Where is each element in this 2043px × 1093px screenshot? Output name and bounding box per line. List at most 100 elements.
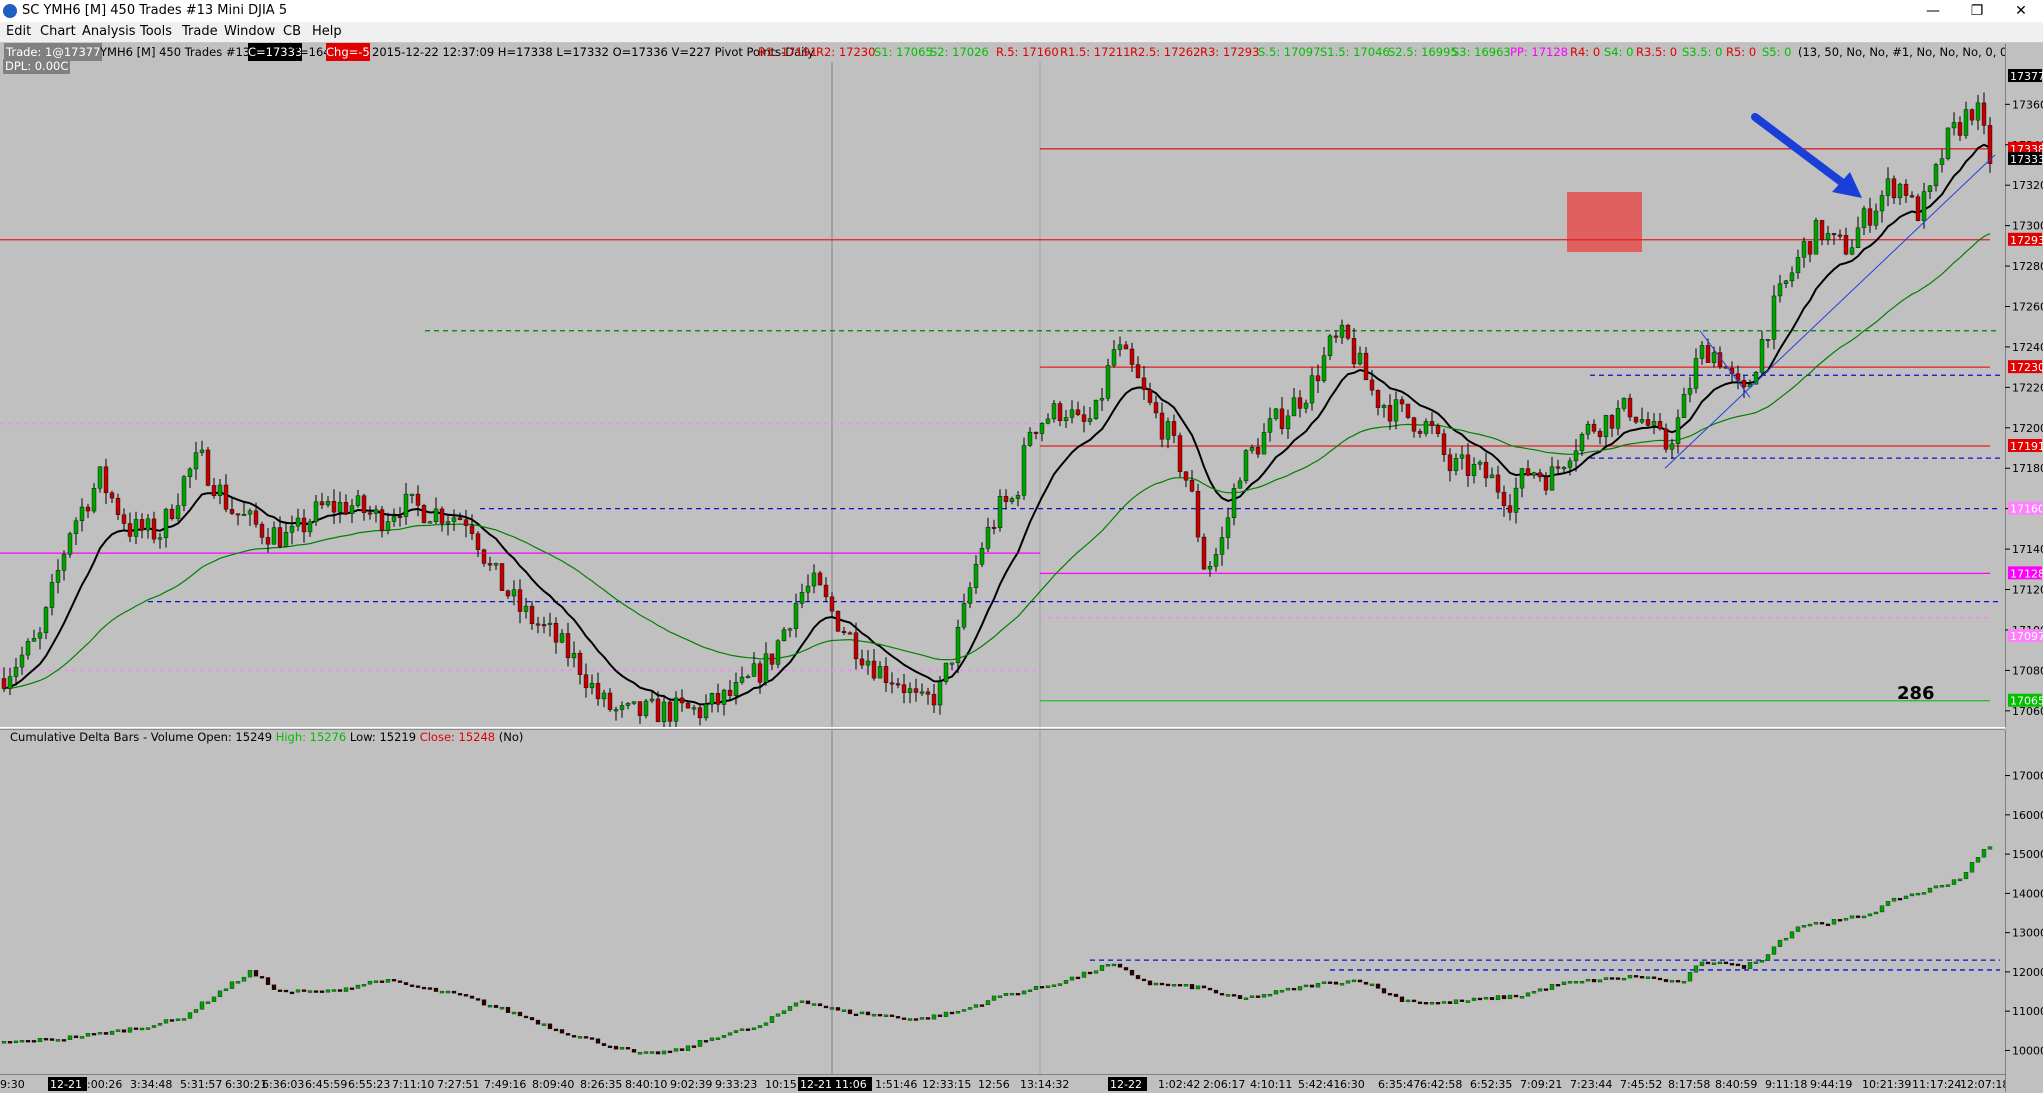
delta-bar	[1975, 857, 1981, 863]
price-bar	[1441, 433, 1447, 455]
delta-bar	[577, 1036, 583, 1039]
menu-trade[interactable]: Trade	[180, 22, 220, 42]
price-bar	[709, 693, 715, 705]
menu-tools[interactable]: Tools	[138, 22, 174, 42]
delta-bar	[607, 1045, 613, 1049]
restore-icon[interactable]: ❐	[1955, 0, 1999, 22]
price-bar	[1699, 345, 1705, 359]
delta-bar	[1231, 994, 1237, 997]
delta-bar	[1519, 996, 1525, 999]
price-bar	[1, 678, 7, 689]
delta-bar	[1219, 993, 1225, 996]
price-bar	[97, 466, 103, 489]
price-bar	[1375, 390, 1381, 408]
price-bar	[1357, 352, 1363, 365]
price-bar	[1429, 421, 1435, 426]
pivot-s35: S3.5: 0	[1682, 45, 1723, 59]
price-bar	[1573, 450, 1579, 462]
delta-bar	[379, 980, 385, 983]
delta-bar	[325, 989, 331, 993]
delta-bar	[811, 1003, 817, 1006]
delta-bar	[493, 1004, 499, 1008]
delta-bar	[1921, 892, 1927, 895]
minimize-icon[interactable]: —	[1911, 0, 1955, 22]
menu-window[interactable]: Window	[222, 22, 277, 42]
menu-help[interactable]: Help	[310, 22, 344, 42]
delta-bar	[1585, 979, 1591, 982]
time-tick-label: 6:36:03	[262, 1078, 304, 1091]
delta-bar	[1927, 887, 1933, 893]
menu-analysis[interactable]: Analysis	[80, 22, 138, 42]
price-bar	[1297, 397, 1303, 409]
menu-chart[interactable]: Chart	[38, 22, 78, 42]
price-bar	[1915, 196, 1921, 221]
delta-bar	[37, 1038, 43, 1043]
price-bar	[1279, 408, 1285, 429]
delta-bar	[571, 1035, 577, 1038]
delta-bar	[535, 1019, 541, 1025]
price-bar	[703, 703, 709, 719]
price-bar	[1657, 421, 1663, 430]
price-tick-label: 17320	[2012, 179, 2043, 192]
price-bar	[79, 506, 85, 521]
time-tick-label: 3:34:48	[130, 1078, 172, 1091]
price-bar	[385, 521, 391, 531]
delta-bar	[1495, 995, 1501, 1001]
time-tick-label: 2:06:17	[1203, 1078, 1245, 1091]
price-bar	[217, 484, 223, 497]
price-bar	[1507, 505, 1513, 513]
delta-bar	[1075, 976, 1081, 980]
change-value: Chg=-5	[326, 43, 370, 61]
delta-bar	[1957, 878, 1963, 882]
price-bar	[1795, 257, 1801, 274]
price-bar	[49, 582, 55, 608]
price-bar	[541, 624, 547, 627]
price-bar	[235, 513, 241, 516]
price-bar	[1585, 423, 1591, 435]
price-bar	[1789, 272, 1795, 282]
delta-bar	[1639, 976, 1645, 979]
price-bar	[1333, 335, 1339, 338]
time-tick-label: 13:14:32	[1020, 1078, 1069, 1091]
time-axis[interactable]: 9:30 12-211:00:26 3:34:48 5:31:57 6:30:216:3…	[0, 1074, 2005, 1093]
delta-bar	[925, 1017, 931, 1020]
delta-bar	[1447, 1001, 1453, 1004]
delta-bar	[151, 1025, 157, 1028]
delta-bar	[1099, 965, 1105, 971]
price-level-label: 17230	[2010, 361, 2043, 374]
price-bar	[223, 484, 229, 510]
delta-bar	[355, 984, 361, 989]
trend-line	[1699, 330, 1751, 398]
trend-line	[1664, 154, 1996, 469]
price-bar	[505, 590, 511, 597]
time-tick-label: 12-21	[800, 1078, 832, 1091]
delta-bar	[1177, 984, 1183, 987]
price-bar	[1423, 421, 1429, 434]
price-bar	[1981, 102, 1987, 126]
price-chart[interactable]: 286 170601708017100171201714017160171801…	[0, 62, 2043, 727]
delta-bar	[781, 1010, 787, 1014]
pivot-r1: R1: 17191	[758, 45, 818, 59]
delta-bar	[775, 1013, 781, 1017]
price-bar	[1855, 227, 1861, 248]
price-bar	[397, 516, 403, 519]
menu-edit[interactable]: Edit	[4, 22, 33, 42]
delta-bar	[1969, 862, 1975, 873]
menu-cb[interactable]: CB	[281, 22, 303, 42]
price-bar	[277, 527, 283, 547]
delta-bar	[631, 1049, 637, 1053]
time-tick-label: 9:33:23	[715, 1078, 757, 1091]
delta-bar	[283, 989, 289, 993]
price-bar	[1045, 418, 1051, 424]
price-level-label: 17065	[2010, 695, 2043, 708]
close-icon[interactable]: ✕	[1999, 0, 2043, 22]
delta-bar	[1465, 1000, 1471, 1003]
price-bar	[1249, 447, 1255, 451]
price-bar	[1015, 495, 1021, 499]
delta-chart[interactable]: 10000 11000 12000 13000 14000 15000 16000 17000	[0, 730, 2043, 1074]
delta-bar	[1333, 981, 1339, 985]
delta-bar	[1699, 961, 1705, 966]
price-bar	[1345, 324, 1351, 339]
delta-bar	[277, 989, 283, 992]
price-bar	[625, 703, 631, 706]
